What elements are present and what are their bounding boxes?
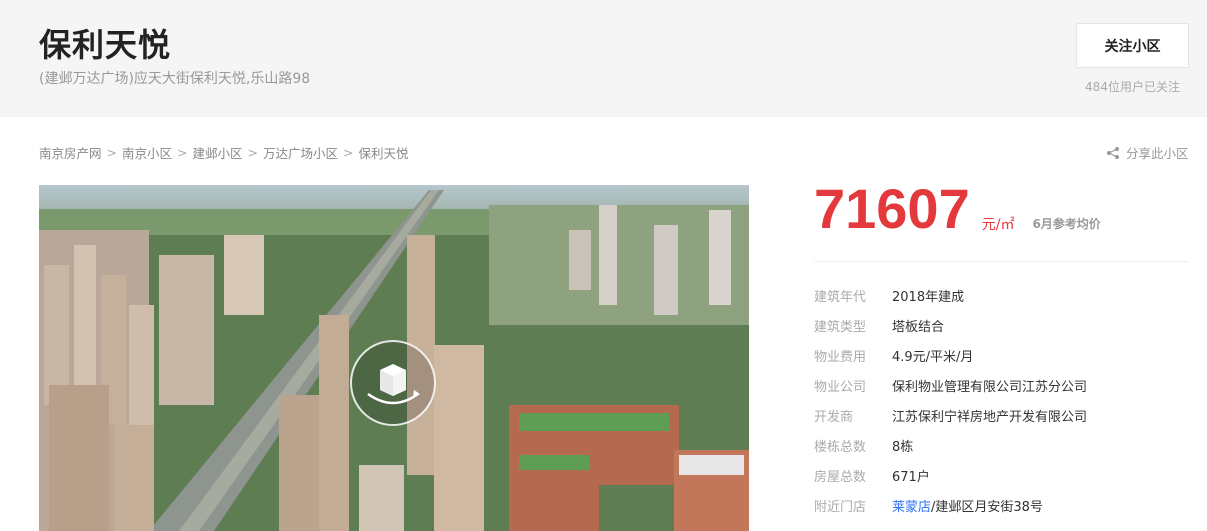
share-community-link[interactable]: 分享此小区 bbox=[1106, 143, 1189, 162]
breadcrumb-link-area[interactable]: 万达广场小区 bbox=[263, 143, 338, 162]
follow-community-button[interactable]: 关注小区 bbox=[1076, 23, 1189, 68]
breadcrumb-link-communities[interactable]: 南京小区 bbox=[122, 143, 172, 162]
info-row-house-count: 房屋总数 671户 bbox=[814, 460, 1194, 490]
nearby-store-link[interactable]: 莱蒙店 bbox=[892, 500, 931, 515]
info-label: 附近门店 bbox=[814, 499, 867, 515]
info-row-property-fee: 物业费用 4.9元/平米/月 bbox=[814, 340, 1194, 370]
follow-count: 484位用户已关注 bbox=[1085, 80, 1180, 94]
info-label: 物业公司 bbox=[814, 379, 867, 395]
info-label: 开发商 bbox=[814, 409, 854, 425]
community-header: 保利天悦 (建邺万达广场)应天大街保利天悦,乐山路98 关注小区 484位用户已… bbox=[0, 0, 1207, 117]
community-address: (建邺万达广场)应天大街保利天悦,乐山路98 bbox=[39, 71, 311, 87]
breadcrumb-link-district[interactable]: 建邺小区 bbox=[193, 143, 243, 162]
3d-cube-icon bbox=[367, 364, 420, 405]
breadcrumb-separator: > bbox=[106, 145, 117, 160]
breadcrumb-separator: > bbox=[177, 145, 188, 160]
info-value: 莱蒙店/建邺区月安街38号 bbox=[892, 496, 1043, 515]
info-row-building-count: 楼栋总数 8栋 bbox=[814, 430, 1194, 460]
info-value: 671户 bbox=[892, 469, 930, 485]
info-row-developer: 开发商 江苏保利宁祥房地产开发有限公司 bbox=[814, 400, 1194, 430]
breadcrumb-current: 保利天悦 bbox=[358, 146, 409, 161]
price-block: 71607 元/㎡ 6月参考均价 bbox=[814, 178, 1101, 240]
average-price: 71607 bbox=[814, 177, 970, 240]
community-info-list: 建筑年代 2018年建成 建筑类型 塔板结合 物业费用 4.9元/平米/月 物业… bbox=[814, 280, 1194, 520]
nearby-store-address: /建邺区月安街38号 bbox=[931, 499, 1043, 515]
vr-tour-button[interactable] bbox=[350, 340, 436, 426]
community-aerial-photo[interactable] bbox=[39, 185, 749, 531]
info-value: 保利物业管理有限公司江苏分公司 bbox=[892, 379, 1088, 395]
info-value: 4.9元/平米/月 bbox=[892, 349, 974, 365]
community-title: 保利天悦 bbox=[39, 26, 172, 64]
info-value: 8栋 bbox=[892, 439, 914, 455]
info-row-building-type: 建筑类型 塔板结合 bbox=[814, 310, 1194, 340]
info-value: 塔板结合 bbox=[892, 319, 945, 335]
breadcrumb-link-city[interactable]: 南京房产网 bbox=[39, 143, 102, 162]
info-label: 建筑类型 bbox=[814, 319, 867, 335]
price-note: 6月参考均价 bbox=[1032, 217, 1101, 231]
info-label: 建筑年代 bbox=[814, 289, 867, 305]
price-unit: 元/㎡ bbox=[981, 217, 1015, 233]
price-divider bbox=[814, 261, 1189, 262]
info-label: 楼栋总数 bbox=[814, 439, 867, 455]
info-value: 江苏保利宁祥房地产开发有限公司 bbox=[892, 409, 1088, 425]
info-value: 2018年建成 bbox=[892, 289, 965, 305]
info-row-build-year: 建筑年代 2018年建成 bbox=[814, 280, 1194, 310]
info-row-nearby-store: 附近门店 莱蒙店/建邺区月安街38号 bbox=[814, 490, 1194, 520]
breadcrumb: 南京房产网 > 南京小区 > 建邺小区 > 万达广场小区 > 保利天悦 bbox=[39, 143, 409, 162]
info-row-property-company: 物业公司 保利物业管理有限公司江苏分公司 bbox=[814, 370, 1194, 400]
share-icon bbox=[1107, 146, 1119, 159]
share-label: 分享此小区 bbox=[1126, 146, 1189, 161]
breadcrumb-separator: > bbox=[247, 145, 258, 160]
info-label: 物业费用 bbox=[814, 349, 867, 365]
info-label: 房屋总数 bbox=[814, 469, 867, 485]
breadcrumb-separator: > bbox=[343, 145, 354, 160]
